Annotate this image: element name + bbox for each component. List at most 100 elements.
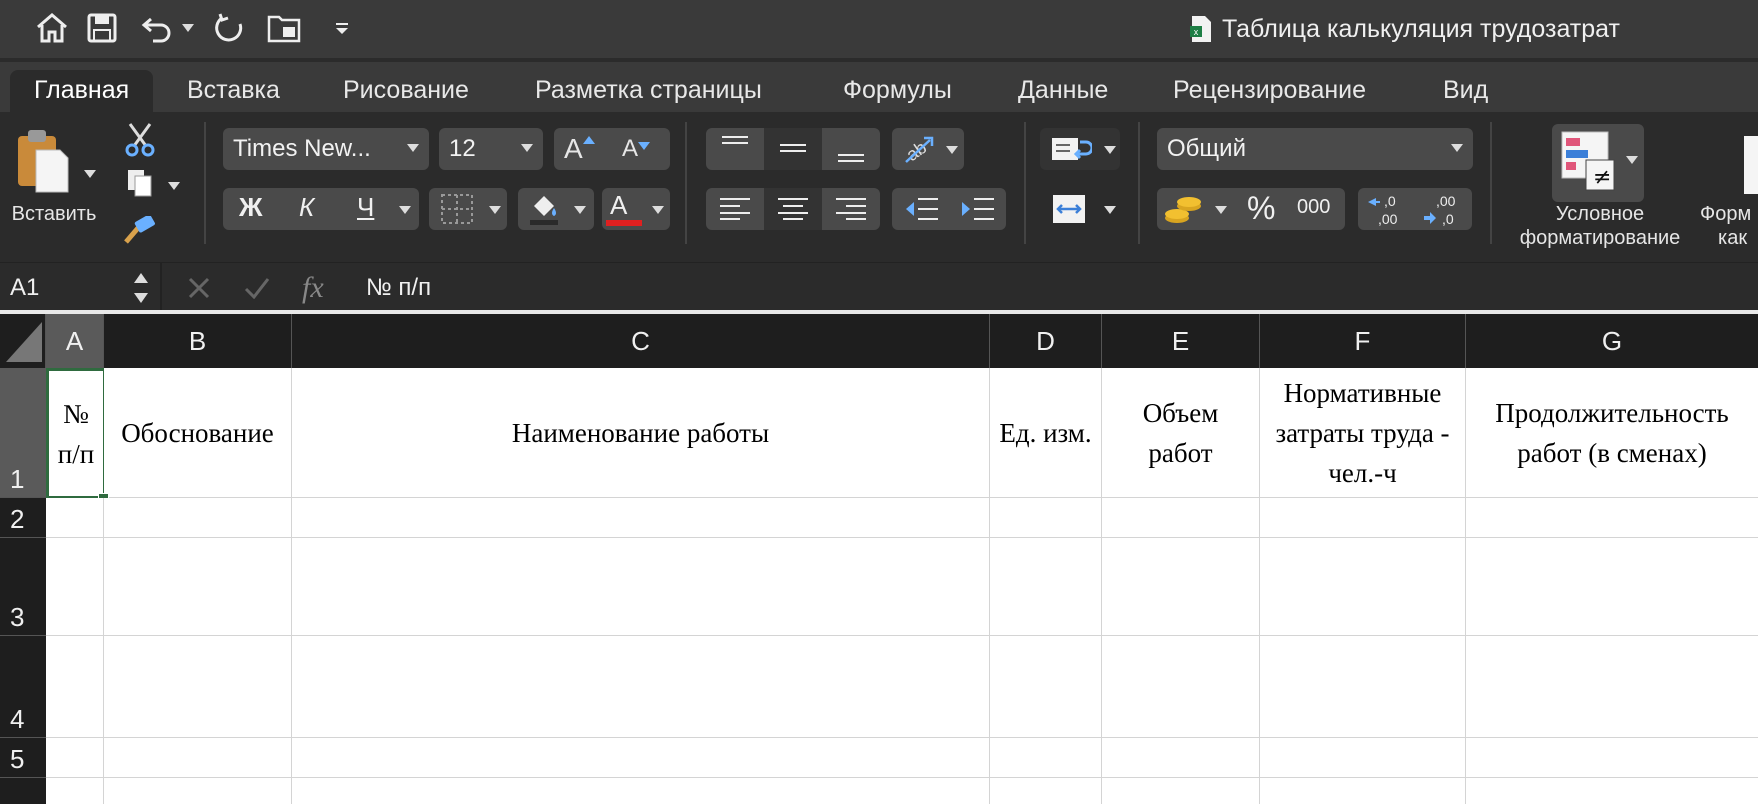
cell-b1[interactable]: Обоснование <box>104 368 292 498</box>
cell[interactable] <box>104 636 292 738</box>
check-icon[interactable] <box>244 277 270 299</box>
cell-d1[interactable]: Ед. изм. <box>990 368 1102 498</box>
cancel-icon[interactable] <box>188 277 210 299</box>
cell[interactable] <box>990 778 1102 804</box>
cell[interactable] <box>1260 778 1466 804</box>
tab-review[interactable]: Рецензирование <box>1173 70 1366 112</box>
align-right-button[interactable] <box>822 188 880 230</box>
cell[interactable] <box>1102 738 1260 778</box>
cell[interactable] <box>292 636 990 738</box>
redo-button[interactable] <box>210 8 250 48</box>
undo-dropdown-icon[interactable] <box>182 24 194 32</box>
cell[interactable] <box>292 738 990 778</box>
cell[interactable] <box>46 778 104 804</box>
wrap-text-button[interactable] <box>1040 128 1120 170</box>
cell[interactable] <box>1260 498 1466 538</box>
tab-data[interactable]: Данные <box>1018 70 1108 112</box>
shrink-font-button[interactable]: A <box>622 128 651 170</box>
column-header-e[interactable]: E <box>1102 314 1260 368</box>
cell[interactable] <box>292 498 990 538</box>
italic-button[interactable]: К <box>299 192 314 223</box>
grow-font-button[interactable]: A <box>564 128 595 170</box>
number-format-select[interactable]: Общий <box>1157 128 1473 170</box>
decrease-decimal-button[interactable]: ,00,0 <box>1416 188 1472 230</box>
underline-button[interactable]: Ч <box>357 192 374 223</box>
percent-button[interactable]: % <box>1247 190 1275 227</box>
cell[interactable] <box>1466 738 1758 778</box>
cell[interactable] <box>46 738 104 778</box>
cell[interactable] <box>104 778 292 804</box>
template-button[interactable] <box>264 8 304 48</box>
cell[interactable] <box>990 498 1102 538</box>
font-color-button[interactable]: A <box>602 188 670 230</box>
cell[interactable] <box>46 538 104 636</box>
row-header-3[interactable]: 3 <box>0 538 46 636</box>
insert-function-icon[interactable]: fx <box>302 263 324 313</box>
tab-home[interactable]: Главная <box>10 70 154 112</box>
tab-formulas[interactable]: Формулы <box>843 70 952 112</box>
conditional-formatting-dropdown-icon[interactable] <box>1626 156 1638 164</box>
cell[interactable] <box>1466 636 1758 738</box>
cell[interactable] <box>1102 498 1260 538</box>
fill-color-button[interactable] <box>518 188 594 230</box>
cell[interactable] <box>104 738 292 778</box>
cell-e1[interactable]: Объем работ <box>1102 368 1260 498</box>
orientation-button[interactable]: ab <box>892 128 964 170</box>
tab-insert[interactable]: Вставка <box>187 70 280 112</box>
row-header-2[interactable]: 2 <box>0 498 46 538</box>
borders-button[interactable] <box>429 188 507 230</box>
accounting-dropdown-icon[interactable] <box>1215 206 1227 214</box>
font-color-dropdown-icon[interactable] <box>652 206 664 214</box>
align-top-button[interactable] <box>706 128 764 170</box>
cell-f1[interactable]: Нормативные затраты труда - чел.-ч <box>1260 368 1466 498</box>
format-painter-button[interactable] <box>122 214 158 251</box>
cell-c1[interactable]: Наименование работы <box>292 368 990 498</box>
cell[interactable] <box>1102 778 1260 804</box>
column-header-d[interactable]: D <box>990 314 1102 368</box>
column-header-a[interactable]: A <box>46 314 104 368</box>
wrap-text-dropdown-icon[interactable] <box>1104 146 1116 154</box>
select-all-button[interactable] <box>0 314 46 368</box>
row-header-5[interactable]: 5 <box>0 738 46 778</box>
underline-dropdown-icon[interactable] <box>399 206 411 214</box>
accounting-format-button[interactable] <box>1157 188 1233 230</box>
tab-draw[interactable]: Рисование <box>343 70 469 112</box>
tab-page-layout[interactable]: Разметка страницы <box>535 70 762 112</box>
align-bottom-button[interactable] <box>822 128 880 170</box>
cell[interactable] <box>292 778 990 804</box>
increase-indent-button[interactable] <box>950 188 1006 230</box>
row-header-4[interactable]: 4 <box>0 636 46 738</box>
orientation-dropdown-icon[interactable] <box>946 146 958 154</box>
cell[interactable] <box>990 538 1102 636</box>
name-box[interactable]: A1 <box>0 263 160 313</box>
cell[interactable] <box>1466 498 1758 538</box>
merge-cells-dropdown-icon[interactable] <box>1104 206 1116 214</box>
cell[interactable] <box>990 636 1102 738</box>
column-header-c[interactable]: C <box>292 314 990 368</box>
copy-dropdown-icon[interactable] <box>168 182 180 190</box>
copy-button[interactable] <box>126 168 154 203</box>
tab-view[interactable]: Вид <box>1443 70 1488 112</box>
increase-decimal-button[interactable]: ,0,00 <box>1358 188 1414 230</box>
save-button[interactable] <box>82 8 122 48</box>
name-box-stepper-icon[interactable] <box>132 271 150 305</box>
borders-dropdown-icon[interactable] <box>489 206 501 214</box>
cell[interactable] <box>1260 538 1466 636</box>
row-header-6[interactable] <box>0 778 46 804</box>
paste-dropdown-icon[interactable] <box>84 170 96 178</box>
cell-g1[interactable]: Продолжительность работ (в сменах) <box>1466 368 1758 498</box>
align-left-button[interactable] <box>706 188 764 230</box>
cell[interactable] <box>292 538 990 636</box>
align-middle-button[interactable] <box>764 128 822 170</box>
fill-color-dropdown-icon[interactable] <box>574 206 586 214</box>
cell[interactable] <box>1466 778 1758 804</box>
cell-a1[interactable]: № п/п <box>46 368 106 499</box>
cell[interactable] <box>1102 538 1260 636</box>
cell[interactable] <box>104 538 292 636</box>
cell[interactable] <box>46 636 104 738</box>
undo-button[interactable] <box>138 8 178 48</box>
format-as-table-button[interactable] <box>1744 136 1758 194</box>
row-header-1[interactable]: 1 <box>0 368 46 498</box>
align-center-button[interactable] <box>764 188 822 230</box>
conditional-formatting-button[interactable]: ≠ <box>1552 124 1644 202</box>
